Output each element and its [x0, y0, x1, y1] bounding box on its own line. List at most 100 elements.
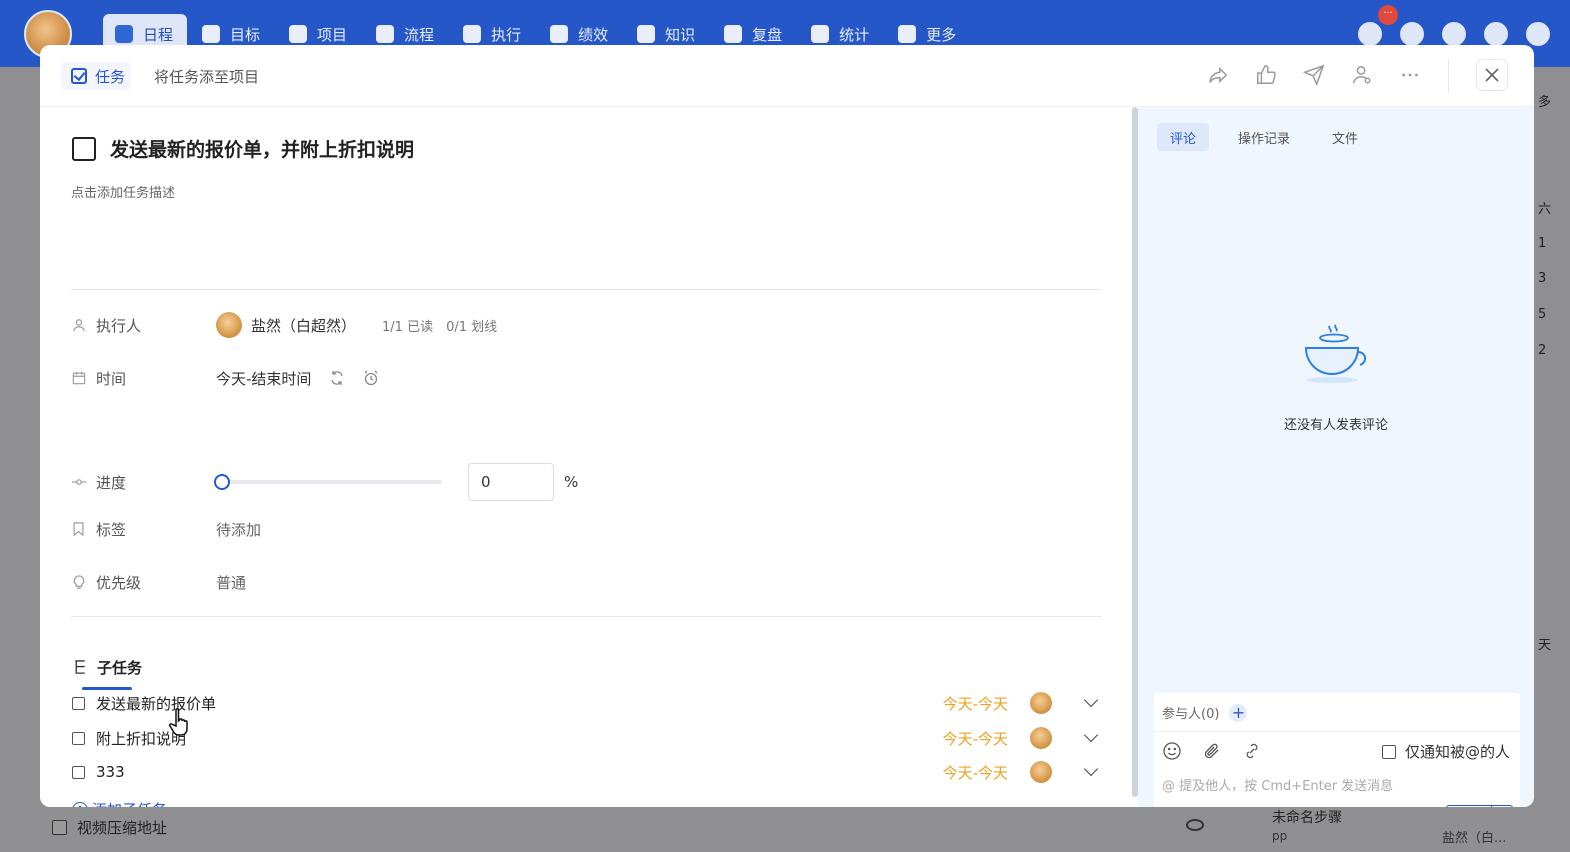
subtask-row[interactable]: 发送最新的报价单 今天-今天 — [72, 691, 1102, 715]
slider-handle[interactable] — [214, 474, 230, 490]
subtasks-tab-underline — [82, 687, 132, 690]
notify-only-label: 仅通知被@的人 — [1405, 743, 1511, 761]
share-icon[interactable] — [1206, 63, 1230, 87]
top-toolbar — [1358, 22, 1550, 46]
bg-step-title: 未命名步骤 — [1272, 810, 1342, 826]
subtask-row[interactable]: 附上折扣说明 今天-今天 — [72, 726, 1102, 750]
link-icon[interactable] — [1242, 741, 1262, 761]
subtask-assignee-avatar[interactable] — [1030, 761, 1052, 783]
nav-item-label: 流程 — [404, 25, 435, 44]
time-value[interactable]: 今天-结束时间 — [216, 368, 379, 389]
field-label: 进度 — [96, 473, 127, 492]
add-to-project-link[interactable]: 将任务添至项目 — [154, 66, 259, 87]
target-icon — [202, 25, 221, 43]
progress-icon — [71, 475, 86, 490]
tab-files[interactable]: 文件 — [1319, 123, 1371, 151]
notify-only-mentioned[interactable]: 仅通知被@的人 — [1382, 741, 1510, 762]
tags-field: 标签 待添加 — [71, 516, 261, 542]
subtasks-title: 子任务 — [97, 659, 143, 677]
tags-value[interactable]: 待添加 — [216, 519, 261, 540]
book-icon — [637, 25, 656, 43]
add-subtask-button[interactable]: 添加子任务 — [72, 799, 167, 807]
subtask-name[interactable]: 附上折扣说明 — [96, 728, 943, 749]
subtasks-heading[interactable]: 子任务 — [73, 657, 142, 678]
bg-task-checkbox — [52, 820, 67, 835]
progress-label: 进度 — [71, 472, 216, 493]
time-label: 时间 — [71, 368, 216, 389]
bookmark-icon — [71, 522, 86, 537]
add-participant-button[interactable]: + — [1229, 703, 1248, 722]
percent-unit: % — [564, 473, 579, 491]
field-label: 优先级 — [96, 573, 142, 592]
chevron-down-icon[interactable] — [1083, 761, 1099, 777]
attachment-icon[interactable] — [1202, 741, 1222, 761]
shield-icon[interactable] — [1442, 22, 1466, 46]
subtask-name[interactable]: 发送最新的报价单 — [96, 693, 943, 714]
subtask-assignee-avatar[interactable] — [1030, 692, 1052, 714]
subtask-date[interactable]: 今天-今天 — [943, 693, 1008, 714]
nav-item-label: 项目 — [317, 25, 348, 44]
emoji-icon[interactable] — [1162, 741, 1182, 761]
task-title[interactable]: 发送最新的报价单，并附上折扣说明 — [110, 135, 414, 162]
participants-label: 参与人(0) — [1162, 707, 1220, 722]
send-button[interactable]: 发送 — [1446, 805, 1493, 807]
calendar-icon — [71, 371, 86, 386]
task-complete-checkbox[interactable] — [72, 136, 96, 161]
task-type-label: 任务 — [95, 67, 126, 86]
comment-composer: 参与人(0) + 仅通知被@的人 @ 提及他人，按 Cmd+Enter 发送消息… — [1154, 693, 1520, 807]
lightbulb-icon — [71, 574, 86, 590]
hand-pointer-icon — [168, 707, 194, 744]
progress-slider[interactable] — [214, 474, 442, 490]
subtask-checkbox[interactable] — [72, 696, 85, 710]
participants-row: 参与人(0) + — [1162, 703, 1248, 722]
priority-field: 优先级 普通 — [71, 569, 246, 595]
repeat-icon[interactable] — [329, 370, 345, 386]
subtask-row[interactable]: 333 今天-今天 — [72, 760, 1102, 784]
notify-only-checkbox[interactable] — [1382, 744, 1396, 759]
help-icon[interactable] — [1526, 22, 1550, 46]
task-description[interactable]: 点击添加任务描述 — [71, 182, 175, 201]
user-settings-icon[interactable] — [1350, 63, 1374, 87]
chart-icon — [550, 25, 569, 43]
bg-label: 多 — [1538, 95, 1552, 110]
progress-input[interactable]: 0 — [468, 463, 554, 501]
bell-icon[interactable] — [1358, 22, 1382, 46]
field-label: 时间 — [96, 369, 127, 388]
send-button-group: 发送 — [1446, 805, 1514, 807]
thumbs-up-icon[interactable] — [1254, 63, 1278, 87]
tab-comments[interactable]: 评论 — [1157, 123, 1210, 151]
close-button[interactable] — [1476, 59, 1508, 91]
subtask-date[interactable]: 今天-今天 — [943, 762, 1008, 783]
subtask-assignee-avatar[interactable] — [1030, 727, 1052, 749]
assignee-value[interactable]: 盐然（白超然） 1/1 已读 0/1 划线 — [216, 312, 497, 338]
subtask-checkbox[interactable] — [72, 765, 85, 779]
task-type-tag[interactable]: 任务 — [61, 62, 132, 90]
read-status: 1/1 已读 — [382, 319, 434, 335]
tags-label: 标签 — [71, 519, 216, 540]
gear-icon[interactable] — [1484, 22, 1508, 46]
subtask-name[interactable]: 333 — [96, 763, 943, 781]
task-detail-pane: 发送最新的报价单，并附上折扣说明 点击添加任务描述 执行人 盐然（白超然） 1/… — [40, 107, 1132, 807]
priority-value[interactable]: 普通 — [216, 572, 246, 593]
subtask-tree-icon — [75, 660, 85, 674]
empty-comments-text: 还没有人发表评论 — [1283, 418, 1388, 433]
cube-icon — [289, 25, 308, 43]
comment-input[interactable]: @ 提及他人，按 Cmd+Enter 发送消息 — [1162, 775, 1393, 794]
more-icon[interactable] — [1398, 63, 1422, 87]
chevron-down-icon[interactable] — [1083, 727, 1099, 743]
add-circle-icon — [72, 801, 88, 807]
send-icon[interactable] — [1302, 63, 1326, 87]
send-options-dropdown[interactable] — [1492, 805, 1514, 807]
subtask-date[interactable]: 今天-今天 — [943, 728, 1008, 749]
divider — [71, 289, 1102, 290]
chevron-down-icon[interactable] — [1083, 692, 1099, 708]
header-actions — [1206, 63, 1422, 87]
progress-value: 0 % — [214, 463, 579, 501]
bg-task: 视频压缩地址 — [52, 817, 167, 838]
field-label: 执行人 — [96, 316, 142, 335]
tab-activity-log[interactable]: 操作记录 — [1225, 123, 1303, 151]
grid-icon — [898, 25, 917, 43]
subtask-checkbox[interactable] — [72, 731, 85, 745]
alarm-icon[interactable] — [363, 370, 379, 386]
search-icon[interactable] — [1400, 22, 1424, 46]
